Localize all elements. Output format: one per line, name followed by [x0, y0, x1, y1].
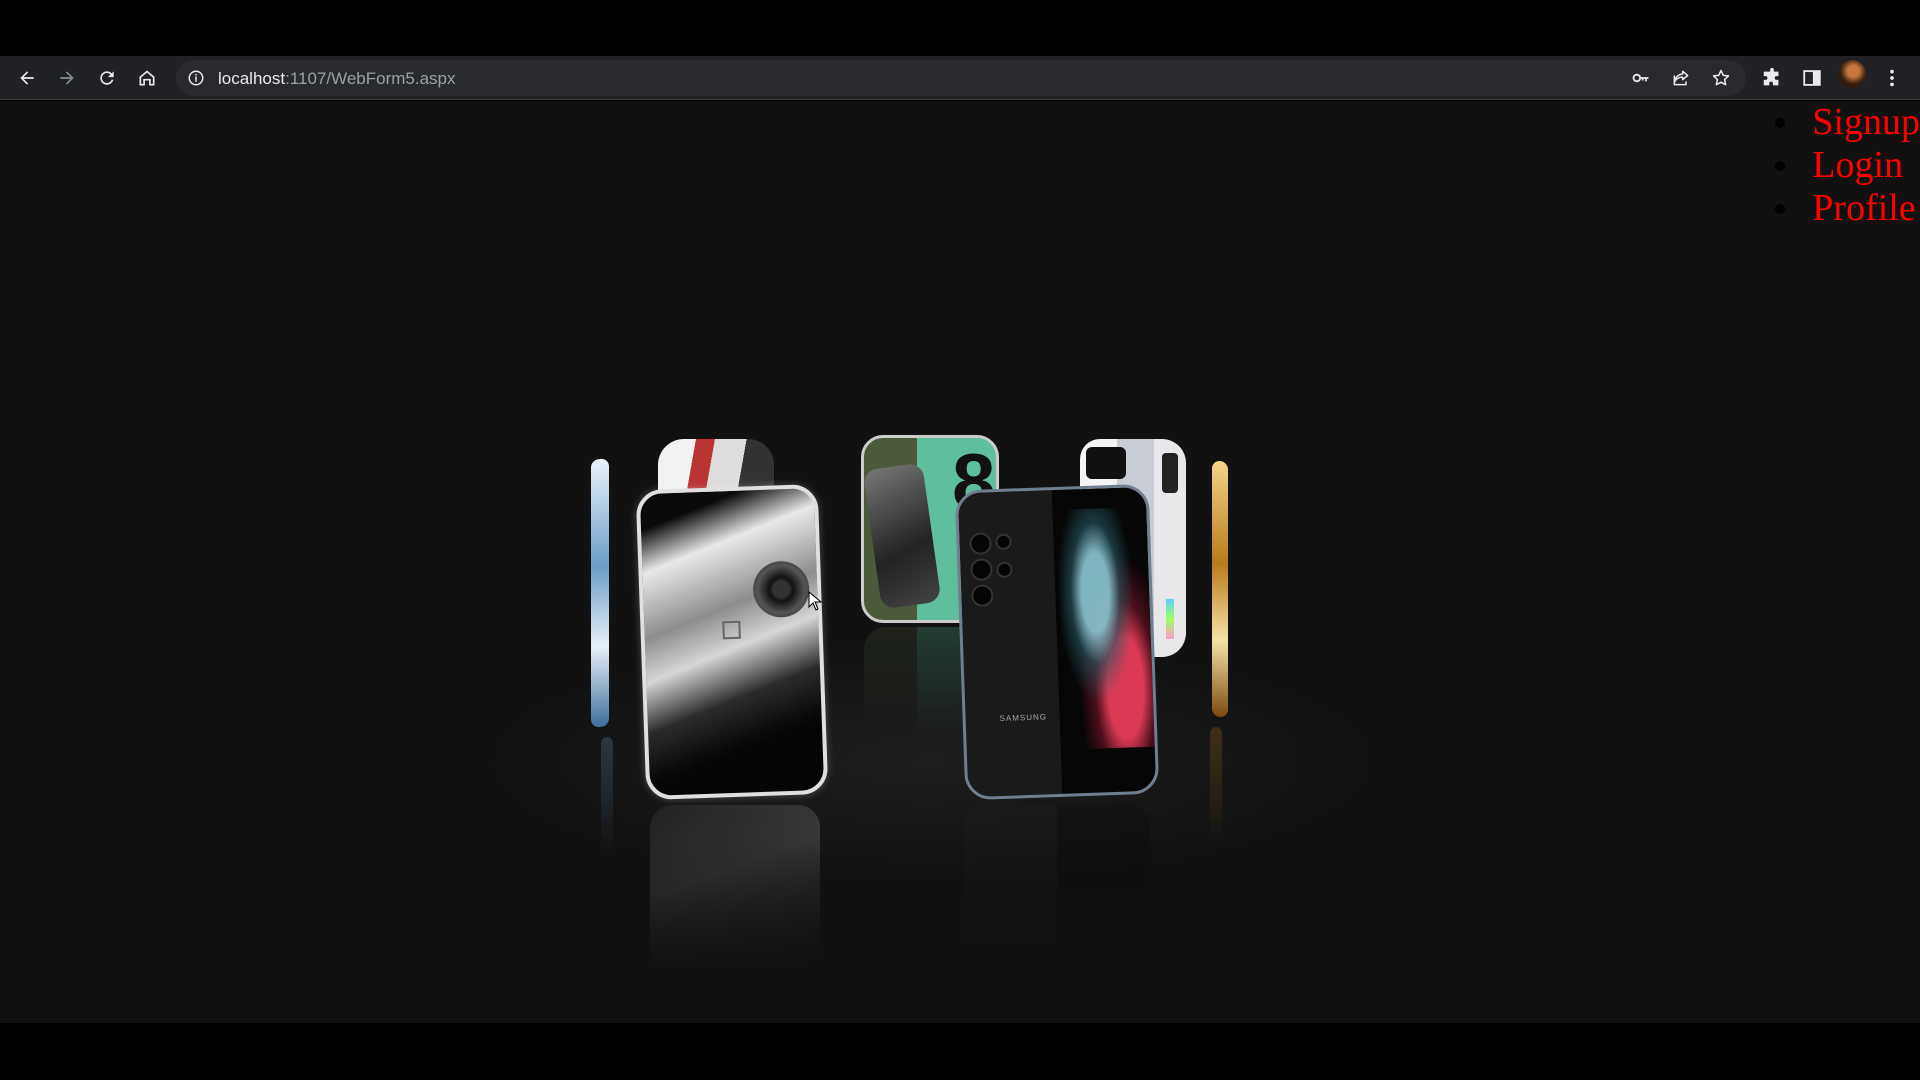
logo-mark: [722, 620, 741, 640]
reload-button[interactable]: [91, 62, 123, 94]
url-path: :1107/WebForm5.aspx: [285, 69, 456, 88]
extensions-button[interactable]: [1758, 64, 1786, 92]
profile-link[interactable]: Profile: [1746, 187, 1920, 230]
back-button[interactable]: [11, 62, 43, 94]
rainbow-stripe: [1166, 599, 1174, 639]
circular-camera-module: [752, 560, 811, 619]
forward-button[interactable]: [51, 62, 83, 94]
far-right-phone-reflection: [1210, 727, 1222, 847]
address-bar[interactable]: localhost:1107/WebForm5.aspx: [176, 60, 1746, 96]
nav-menu: Signup Login Profile: [1746, 101, 1920, 230]
puzzle-icon: [1763, 67, 1779, 86]
password-key-button[interactable]: [1629, 66, 1653, 90]
share-icon: [1673, 70, 1689, 86]
brand-text: SAMSUNG: [999, 712, 1048, 724]
info-icon[interactable]: [187, 69, 205, 87]
far-left-phone-reflection: [601, 737, 613, 857]
more-vert-icon: [1890, 69, 1894, 87]
camera-lens: [1162, 453, 1178, 493]
browser-toolbar: localhost:1107/WebForm5.aspx: [0, 56, 1920, 100]
front-left-phone[interactable]: [635, 483, 829, 801]
share-button[interactable]: [1669, 66, 1693, 90]
arrow-right-icon: [60, 71, 74, 85]
star-icon: [1712, 69, 1730, 86]
front-right-phone-reflection: [964, 805, 1150, 975]
side-panel-button[interactable]: [1798, 64, 1826, 92]
url-host: localhost: [218, 69, 286, 88]
chrome-menu-button[interactable]: [1878, 64, 1906, 92]
front-right-phone[interactable]: SAMSUNG: [954, 483, 1160, 801]
home-icon: [139, 70, 155, 86]
far-left-phone[interactable]: [591, 458, 609, 728]
reload-icon: [100, 71, 114, 85]
key-icon: [1632, 73, 1649, 83]
arrow-left-icon: [20, 71, 34, 85]
page-viewport: Signup Login Profile 8 SAMSUNG: [0, 101, 1920, 1023]
camera-strip: [1086, 447, 1126, 479]
signup-link[interactable]: Signup: [1746, 101, 1920, 144]
profile-avatar[interactable]: [1838, 60, 1866, 88]
login-link[interactable]: Login: [1746, 144, 1920, 187]
camera-array: [969, 531, 1020, 619]
side-panel-icon: [1803, 70, 1821, 86]
window-top-bar: [0, 0, 1920, 56]
splash-graphic: [1056, 506, 1155, 750]
url-text[interactable]: localhost:1107/WebForm5.aspx: [218, 69, 456, 89]
camera-module-image: [864, 462, 942, 610]
far-right-phone[interactable]: [1212, 460, 1228, 718]
window-bottom-bar: [0, 1023, 1920, 1080]
bookmark-button[interactable]: [1709, 66, 1733, 90]
front-left-phone-reflection: [650, 805, 820, 975]
home-button[interactable]: [131, 62, 163, 94]
mouse-cursor-icon: [808, 591, 822, 611]
